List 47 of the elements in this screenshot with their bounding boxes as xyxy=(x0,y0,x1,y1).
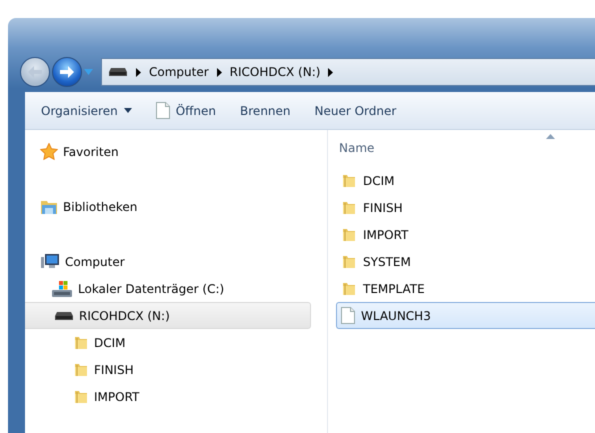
nav-item[interactable]: Bibliotheken xyxy=(25,193,311,220)
folder-item[interactable]: DCIM xyxy=(336,167,595,194)
document-icon xyxy=(341,307,355,324)
folder-icon xyxy=(73,388,89,404)
back-button[interactable] xyxy=(20,57,50,87)
nav-item[interactable]: DCIM xyxy=(25,329,311,356)
arrow-right-icon xyxy=(59,65,75,79)
folder-icon xyxy=(73,362,89,378)
folder-icon xyxy=(341,226,357,242)
open-button[interactable]: Öffnen xyxy=(148,98,224,122)
file-item[interactable]: WLAUNCH3 xyxy=(336,302,595,329)
forward-button[interactable] xyxy=(52,57,82,87)
sort-ascending-icon[interactable] xyxy=(546,134,555,139)
folder-icon xyxy=(341,200,357,216)
nav-item[interactable]: RICOHDCX (N:) xyxy=(25,302,311,329)
breadcrumb-arrow-icon xyxy=(216,68,222,76)
organize-menu-button[interactable]: Organisieren xyxy=(33,98,140,122)
address-bar[interactable]: Computer RICOHDCX (N:) xyxy=(101,58,595,86)
folder-item[interactable]: IMPORT xyxy=(336,221,595,248)
column-header[interactable]: Name xyxy=(336,130,595,167)
folder-item[interactable]: TEMPLATE xyxy=(336,275,595,302)
computer-icon xyxy=(40,253,60,270)
drive-icon xyxy=(54,310,74,320)
drive-icon xyxy=(51,280,73,298)
arrow-left-icon xyxy=(27,65,43,79)
caret-icon xyxy=(124,108,132,113)
folder-item[interactable]: SYSTEM xyxy=(336,248,595,275)
toolbar-button[interactable]: Neuer Ordner xyxy=(306,98,404,122)
folder-icon xyxy=(341,172,357,188)
nav-item[interactable]: IMPORT xyxy=(25,383,311,410)
nav-item[interactable]: Favoriten xyxy=(25,138,311,165)
nav-item[interactable]: Computer xyxy=(25,248,311,275)
folder-icon xyxy=(341,280,357,296)
document-icon xyxy=(156,102,170,119)
breadcrumb-arrow-icon xyxy=(136,68,141,76)
breadcrumb[interactable]: Computer xyxy=(149,63,209,81)
nav-item[interactable]: Lokaler Datenträger (C:) xyxy=(25,275,311,302)
folder-item[interactable]: FINISH xyxy=(336,194,595,221)
breadcrumb[interactable]: RICOHDCX (N:) xyxy=(230,63,320,81)
drive-icon xyxy=(108,67,128,77)
toolbar-button[interactable]: Brennen xyxy=(232,98,299,122)
star-icon xyxy=(40,143,58,160)
breadcrumb-arrow-icon xyxy=(328,68,334,76)
folder-icon xyxy=(341,254,357,270)
nav-item[interactable]: FINISH xyxy=(25,356,311,383)
library-icon xyxy=(40,198,58,214)
folder-icon xyxy=(73,334,89,350)
